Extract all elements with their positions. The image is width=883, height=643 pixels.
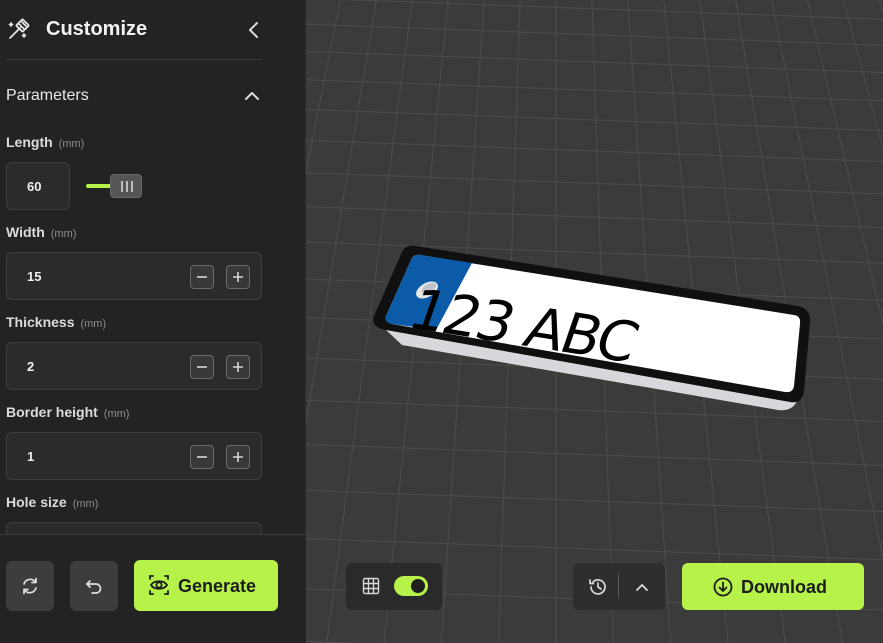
chevron-left-icon[interactable]	[244, 18, 264, 42]
refresh-icon	[23, 577, 37, 595]
undo-icon	[86, 580, 102, 594]
border-height-label: Border height (mm)	[6, 404, 130, 420]
download-icon	[713, 577, 733, 597]
width-decrement-button[interactable]	[190, 265, 214, 289]
hole-size-field[interactable]	[6, 522, 262, 534]
download-label: Download	[741, 577, 827, 597]
hole-size-label: Hole size (mm)	[6, 494, 99, 510]
width-value[interactable]: 15	[27, 269, 41, 284]
parameters-section-toggle[interactable]: Parameters	[6, 84, 262, 108]
thickness-decrement-button[interactable]	[190, 355, 214, 379]
grid-toggle-switch[interactable]	[394, 576, 428, 596]
divider	[618, 574, 619, 598]
plus-icon	[233, 272, 243, 282]
width-label: Width (mm)	[6, 224, 77, 240]
model-viewport[interactable]: 123 ABC Download	[306, 0, 883, 643]
plus-icon	[233, 362, 243, 372]
thickness-value[interactable]: 2	[27, 359, 34, 374]
border-height-value[interactable]: 1	[27, 449, 34, 464]
license-plate-keychain-model: 123 ABC	[373, 245, 811, 411]
history-icon[interactable]	[587, 576, 609, 598]
border-height-increment-button[interactable]	[226, 445, 250, 469]
chevron-up-icon[interactable]	[631, 576, 653, 598]
width-increment-button[interactable]	[226, 265, 250, 289]
undo-button[interactable]	[70, 561, 118, 611]
length-label: Length (mm)	[6, 134, 85, 150]
minus-icon	[197, 456, 207, 458]
minus-icon	[197, 276, 207, 278]
download-button[interactable]: Download	[682, 563, 864, 610]
reset-button[interactable]	[6, 561, 54, 611]
app: Customize Parameters Length (mm) 60 Widt…	[0, 0, 883, 643]
border-height-decrement-button[interactable]	[190, 445, 214, 469]
thickness-increment-button[interactable]	[226, 355, 250, 379]
grid-toggle-group	[346, 563, 442, 610]
plus-icon	[233, 452, 243, 462]
sidebar-footer: Generate	[0, 534, 306, 643]
chevron-up-icon	[245, 92, 259, 100]
grid-icon[interactable]	[362, 577, 380, 595]
sidebar-header: Customize	[6, 0, 262, 60]
section-title: Parameters	[6, 87, 89, 104]
generate-button[interactable]: Generate	[134, 560, 278, 611]
length-input[interactable]: 60	[6, 162, 70, 210]
history-group	[573, 563, 665, 610]
minus-icon	[197, 366, 207, 368]
eye-icon	[149, 575, 169, 595]
border-height-field[interactable]: 1	[6, 432, 262, 480]
customize-sidebar: Customize Parameters Length (mm) 60 Widt…	[0, 0, 306, 643]
thickness-label: Thickness (mm)	[6, 314, 107, 330]
sidebar-title: Customize	[46, 18, 148, 40]
width-field[interactable]: 15	[6, 252, 262, 300]
magic-wand-icon	[8, 18, 30, 39]
generate-label: Generate	[178, 576, 257, 596]
length-slider-handle[interactable]	[110, 174, 142, 198]
parameter-list: Length (mm) 60 Width (mm) 15 Thickness (…	[6, 124, 262, 534]
thickness-field[interactable]: 2	[6, 342, 262, 390]
